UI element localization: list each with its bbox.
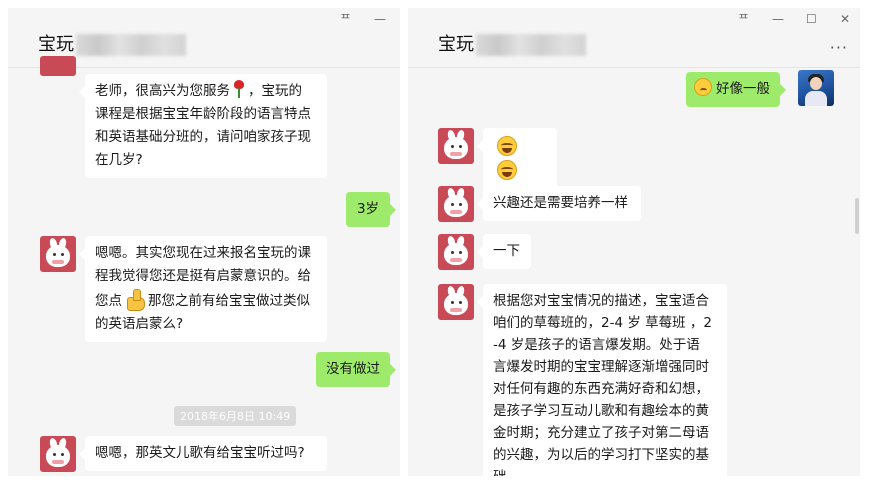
message-text: 兴趣还是需要培养一样 [493,195,628,211]
message-text: 是孩子学习互动儿歌和有趣绘本的黄 [493,403,709,419]
message-text: 和英语基础分班的，请问咱家孩子现 [95,129,311,145]
teacher-avatar[interactable] [438,186,474,222]
teacher-avatar[interactable] [438,284,474,320]
teacher-avatar[interactable] [438,128,474,164]
message-text: 好像一般 [716,81,770,97]
message-text: 对任何有趣的东西充满好奇和幻想， [493,381,709,397]
message-text: 咱们的草莓班的，2-4 岁 草莓班 ，2 [493,315,713,331]
message-text: 础。 [493,466,717,476]
message-text: 老师，很高兴为您服务 [95,83,230,99]
right-chat-window: 宝玩 ᄑ — ☐ ✕ ··· 好像一般 兴趣还是需要培养一样 一下 根据您对宝宝… [408,8,860,476]
self-message-bubble: 没有做过 [316,352,396,387]
message-text: 言爆发时期的宝宝理解逐渐增强同时 [493,359,709,375]
teacher-avatar[interactable] [40,436,76,472]
message-bubble: 根据您对宝宝情况的描述，宝宝适合 咱们的草莓班的，2-4 岁 草莓班 ，2 -4… [477,284,727,476]
cry-laugh-icon [497,136,517,156]
timestamp: 2018年6月8日 10:49 [174,406,297,426]
teacher-avatar[interactable] [40,56,76,76]
message-text: 没有做过 [326,361,380,377]
minimize-button[interactable]: — [772,12,784,26]
cry-laugh-icon [497,160,517,180]
rose-icon [232,80,246,98]
message-text: 那您之前有给宝宝做过类似 [148,293,310,309]
close-button[interactable]: ✕ [840,12,850,26]
message-text: 嗯嗯，那英文儿歌有给宝宝听过吗? [95,445,305,461]
message-text: 程我觉得您还是挺有启蒙意识的。给 [95,268,311,284]
redacted-name [76,34,186,56]
message-text: 嗯嗯。其实您现在过来报名宝玩的课 [95,245,311,261]
left-chat-window: 宝玩 ᄑ — 老师，很高兴为您服务 ，宝玩的 课程是根据宝宝年龄阶段的语言特点 和… [8,8,400,476]
self-message-bubble: 好像一般 [686,72,786,107]
more-options-icon[interactable]: ··· [830,38,848,57]
message-bubble: 兴趣还是需要培养一样 [477,186,641,221]
message-bubble: 老师，很高兴为您服务 ，宝玩的 课程是根据宝宝年龄阶段的语言特点 和英语基础分班的… [79,74,327,178]
maximize-button[interactable]: ☐ [806,12,817,26]
teacher-avatar[interactable] [438,234,474,270]
message-text: 一下 [493,243,520,259]
teacher-avatar[interactable] [40,236,76,272]
right-chat-title: 宝玩 [438,30,586,56]
message-bubble: 嗯嗯，那英文儿歌有给宝宝听过吗? [79,436,327,471]
message-bubble: 嗯嗯。其实您现在过来报名宝玩的课 程我觉得您还是挺有启蒙意识的。给 您点 那您之前… [79,236,327,342]
minimize-button[interactable]: — [374,12,386,26]
message-bubble: 一下 [477,234,531,269]
message-text: 金时期；充分建立了孩子对第二母语 [493,425,709,441]
pin-button[interactable]: ᄑ [340,12,351,26]
redacted-name [476,34,586,56]
message-text: -4 岁是孩子的语言爆发期。处于语 [493,337,700,353]
left-chat-title-text: 宝玩 [38,34,74,55]
sweat-emoji-icon [694,78,712,96]
message-text: ，宝玩的 [248,83,302,99]
scrollbar-thumb[interactable] [855,198,859,234]
message-text: 在几岁? [95,152,143,168]
message-text: 您点 [95,293,122,309]
message-text: 的英语启蒙么? [95,316,184,332]
pin-button[interactable]: ᄑ [738,12,749,26]
right-chat-title-text: 宝玩 [438,34,474,55]
left-chat-title: 宝玩 [38,30,186,56]
scrollbar[interactable] [854,68,860,476]
message-text: 根据您对宝宝情况的描述，宝宝适合 [493,293,709,309]
thumbs-up-icon [124,288,146,311]
message-text: 3岁 [356,201,380,217]
message-text: 的兴趣，为以后的学习打下坚实的基 [493,447,709,463]
user-avatar[interactable] [798,70,834,106]
self-message-bubble: 3岁 [346,192,396,227]
message-text: 课程是根据宝宝年龄阶段的语言特点 [95,106,311,122]
right-title-bar: 宝玩 ᄑ — ☐ ✕ ··· [408,8,860,68]
message-bubble [477,128,557,192]
window-divider [400,0,408,485]
